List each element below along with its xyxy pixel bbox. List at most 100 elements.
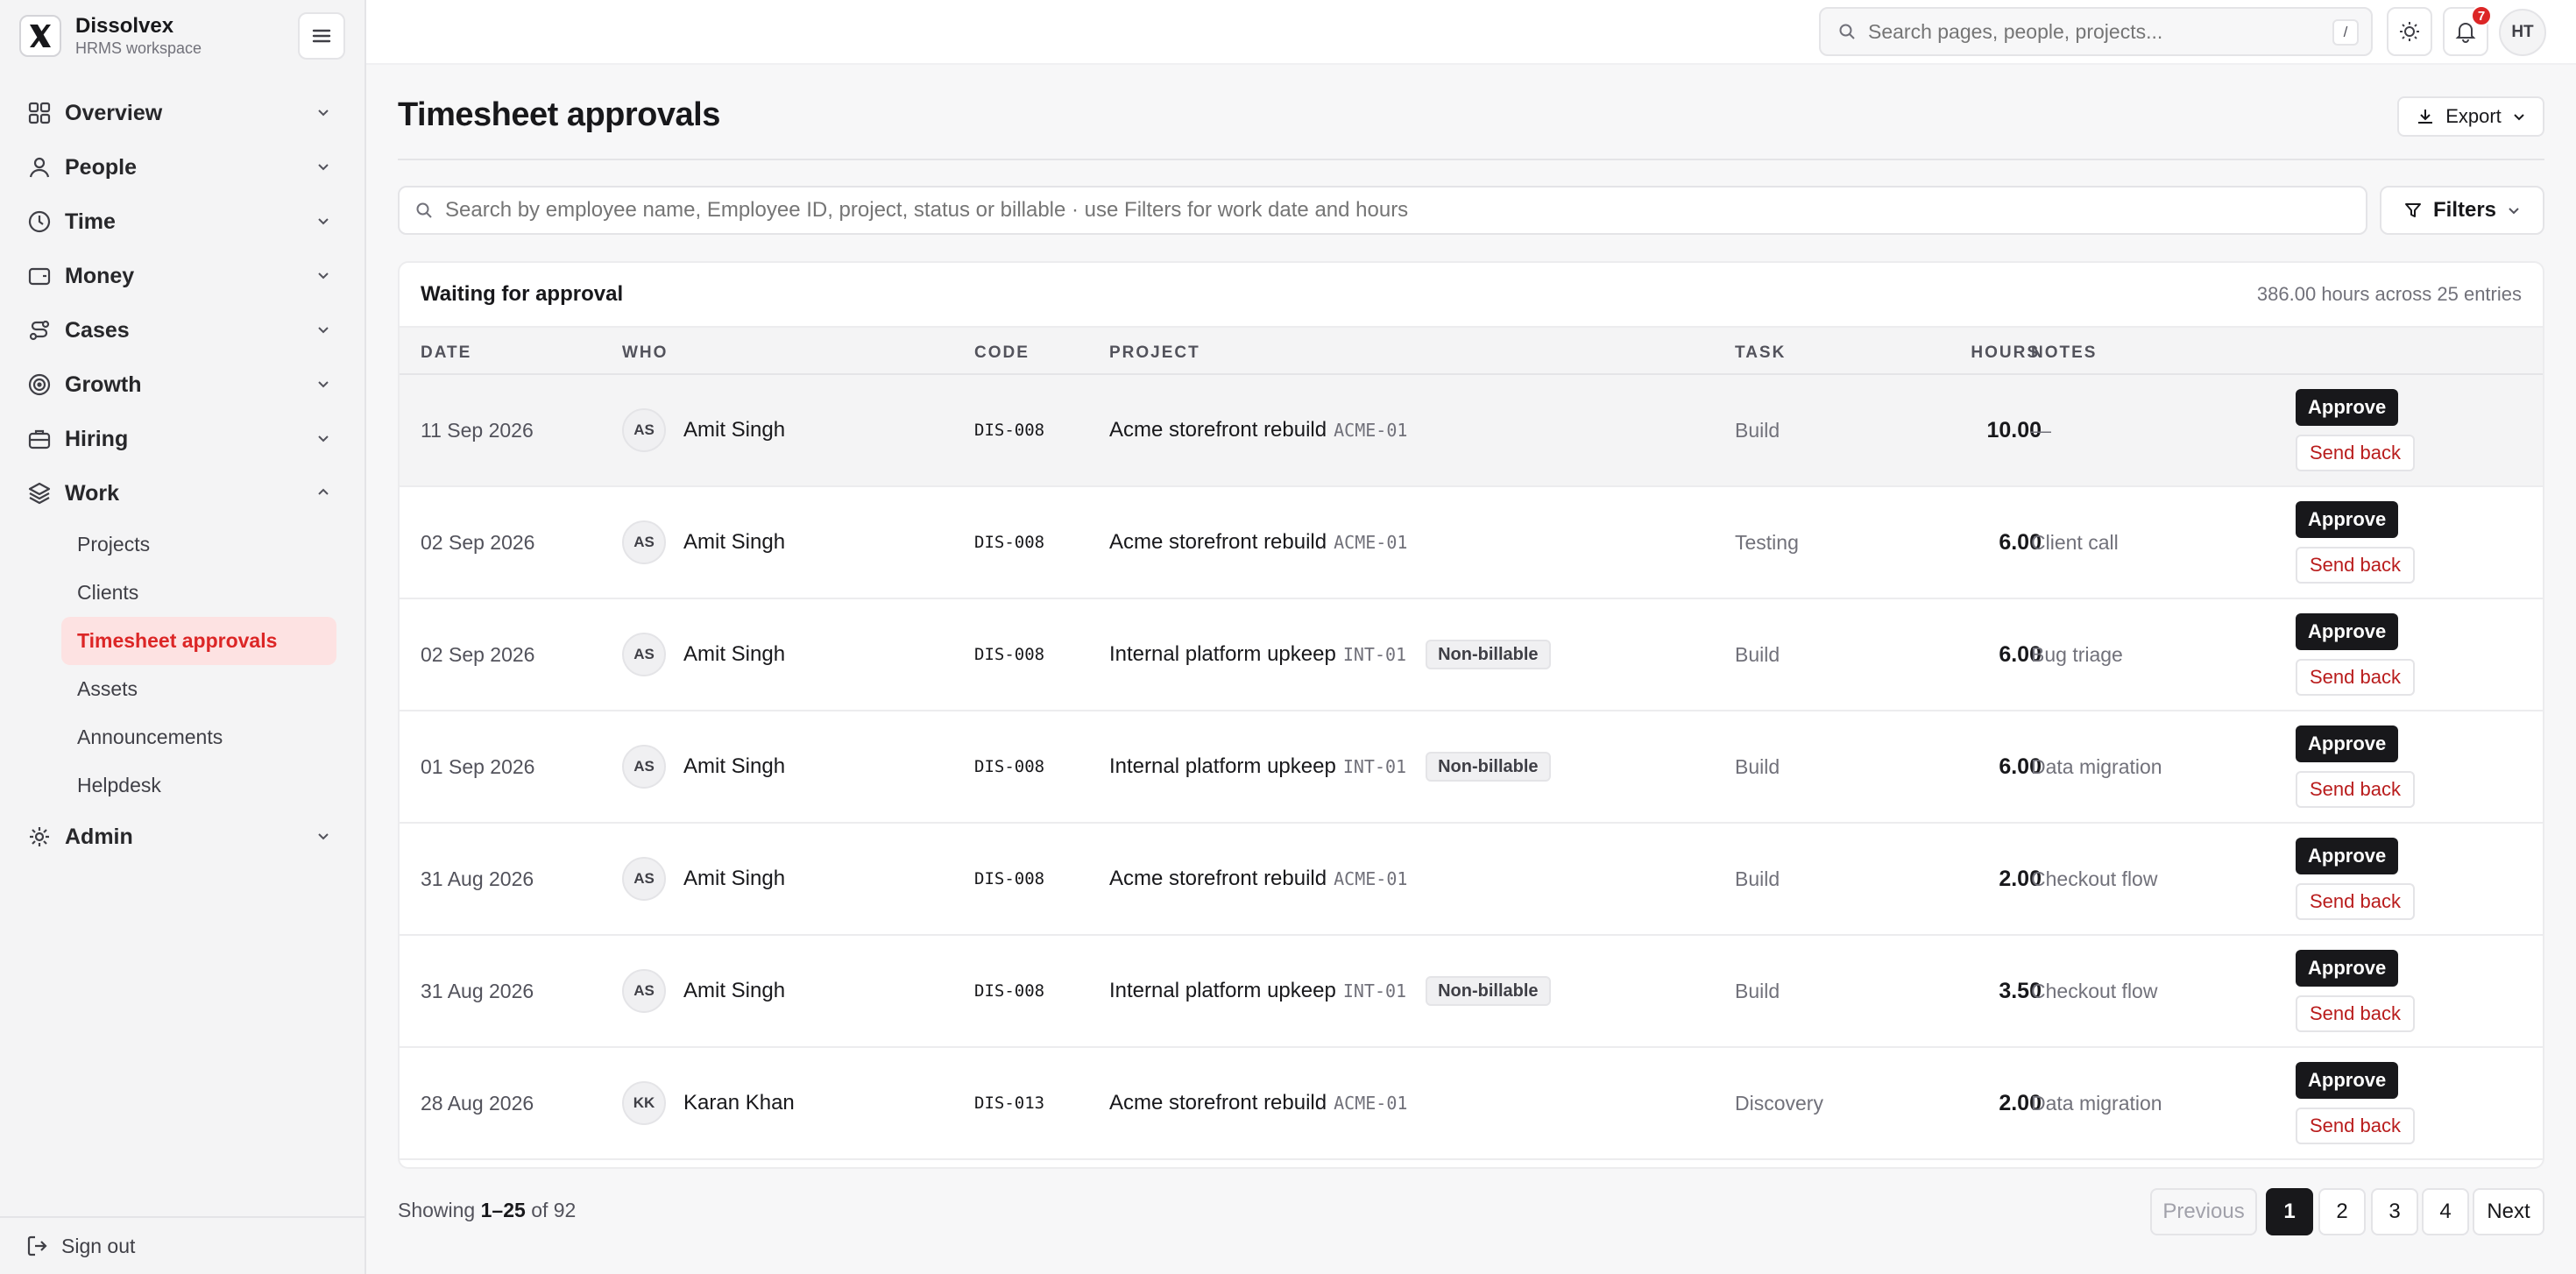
pagination-previous[interactable]: Previous xyxy=(2150,1188,2257,1235)
work-date: 02 Sep 2026 xyxy=(421,642,535,666)
send-back-button[interactable]: Send back xyxy=(2296,659,2415,696)
notes: Checkout flow xyxy=(2031,867,2158,890)
chevron-down-icon xyxy=(318,327,329,334)
notes: Checkout flow xyxy=(2031,979,2158,1002)
sidebar-subitem-announcements[interactable]: Announcements xyxy=(61,713,336,761)
theme-toggle-button[interactable] xyxy=(2387,7,2432,56)
employee[interactable]: AS Amit Singh xyxy=(622,599,785,710)
brand-subtitle: HRMS workspace xyxy=(75,39,202,57)
sidebar-subitem-timesheet-approvals[interactable]: Timesheet approvals xyxy=(61,617,336,665)
notifications-button[interactable]: 7 xyxy=(2443,5,2492,56)
employee-avatar: AS xyxy=(622,857,666,901)
pagination-page-1[interactable]: 1 xyxy=(2266,1188,2313,1235)
global-search[interactable]: / xyxy=(1819,7,2373,56)
project-code: ACME-01 xyxy=(1334,868,1408,889)
approve-button[interactable]: Approve xyxy=(2296,838,2399,874)
sign-out-label: Sign out xyxy=(61,1234,136,1257)
user-avatar[interactable]: HT xyxy=(2499,9,2546,56)
row-actions: Approve Send back xyxy=(2296,824,2415,934)
sidebar-item-hiring[interactable]: Hiring xyxy=(19,412,347,466)
sidebar-subitem-projects[interactable]: Projects xyxy=(61,520,336,569)
table-search[interactable] xyxy=(398,186,2367,235)
sun-icon xyxy=(2400,22,2419,41)
notification-count-badge: 7 xyxy=(2471,5,2492,26)
employee-code: DIS-008 xyxy=(974,981,1045,1001)
sidebar-item-people[interactable]: People xyxy=(19,140,347,195)
approve-button[interactable]: Approve xyxy=(2296,613,2399,650)
approve-button[interactable]: Approve xyxy=(2296,725,2399,762)
employee-avatar: AS xyxy=(622,969,666,1013)
column-header-code[interactable]: CODE xyxy=(974,343,1030,363)
notes: Data migration xyxy=(2031,1091,2162,1115)
column-header-hours[interactable]: HOURS xyxy=(1926,343,2040,363)
employee[interactable]: AS Amit Singh xyxy=(622,711,785,822)
filters-button[interactable]: Filters xyxy=(2380,186,2544,235)
project-name: Internal platform upkeep xyxy=(1109,642,1336,666)
send-back-button[interactable]: Send back xyxy=(2296,1108,2415,1144)
employee[interactable]: AS Amit Singh xyxy=(622,824,785,934)
sidebar-item-work[interactable]: Work xyxy=(19,466,347,520)
task: Discovery xyxy=(1735,1091,1823,1115)
work-subnav: Projects Clients Timesheet approvals Ass… xyxy=(61,520,347,810)
send-back-button[interactable]: Send back xyxy=(2296,883,2415,920)
chevron-down-icon xyxy=(2509,208,2519,215)
sidebar-toggle-button[interactable] xyxy=(298,12,345,60)
approve-button[interactable]: Approve xyxy=(2296,1062,2399,1099)
column-header-date[interactable]: DATE xyxy=(421,343,471,363)
project-name: Internal platform upkeep xyxy=(1109,979,1336,1002)
pagination-page-2[interactable]: 2 xyxy=(2318,1188,2366,1235)
send-back-button[interactable]: Send back xyxy=(2296,995,2415,1032)
employee[interactable]: AS Amit Singh xyxy=(622,487,785,598)
approve-button[interactable]: Approve xyxy=(2296,389,2399,426)
row-actions: Approve Send back xyxy=(2296,599,2415,710)
sidebar-item-cases[interactable]: Cases xyxy=(19,303,347,357)
sidebar-subitem-helpdesk[interactable]: Helpdesk xyxy=(61,761,336,810)
sidebar-item-label: Overview xyxy=(65,100,163,125)
table-search-input[interactable] xyxy=(445,198,2329,223)
export-button[interactable]: Export xyxy=(2397,96,2544,137)
column-header-who[interactable]: WHO xyxy=(622,343,668,363)
task: Testing xyxy=(1735,530,1799,554)
sidebar-nav: Overview People Time Money Cases Growth xyxy=(19,86,347,864)
sidebar-item-admin[interactable]: Admin xyxy=(19,810,347,864)
column-header-task[interactable]: TASK xyxy=(1735,343,1786,363)
sidebar-subitem-clients[interactable]: Clients xyxy=(61,569,336,617)
global-search-input[interactable] xyxy=(1868,19,2306,44)
pagination-next[interactable]: Next xyxy=(2473,1188,2544,1235)
chevron-down-icon xyxy=(318,381,329,388)
sign-out-button[interactable]: Sign out xyxy=(0,1216,364,1274)
employee[interactable]: AS Amit Singh xyxy=(622,375,785,485)
work-date: 11 Sep 2026 xyxy=(421,418,534,442)
employee[interactable]: AS Amit Singh xyxy=(622,936,785,1046)
chevron-down-icon xyxy=(2514,114,2524,121)
route-icon xyxy=(26,317,53,343)
pagination-page-4[interactable]: 4 xyxy=(2422,1188,2469,1235)
work-date: 31 Aug 2026 xyxy=(421,867,534,890)
sidebar-subitem-assets[interactable]: Assets xyxy=(61,665,336,713)
column-header-project[interactable]: PROJECT xyxy=(1109,343,1200,363)
approve-button[interactable]: Approve xyxy=(2296,950,2399,987)
pagination-page-3[interactable]: 3 xyxy=(2371,1188,2418,1235)
employee-name: Amit Singh xyxy=(683,979,786,1002)
sidebar-item-overview[interactable]: Overview xyxy=(19,86,347,140)
chevron-down-icon xyxy=(318,272,329,280)
sidebar-item-money[interactable]: Money xyxy=(19,249,347,303)
sidebar-item-time[interactable]: Time xyxy=(19,195,347,249)
employee[interactable]: KK Karan Khan xyxy=(622,1048,795,1158)
sidebar-item-label: Money xyxy=(65,263,135,288)
sidebar-item-label: People xyxy=(65,154,137,180)
search-icon xyxy=(416,202,432,218)
hours: 6.00 xyxy=(1999,641,2042,667)
sidebar-item-growth[interactable]: Growth xyxy=(19,357,347,412)
send-back-button[interactable]: Send back xyxy=(2296,435,2415,471)
showing-prefix: Showing xyxy=(398,1199,476,1221)
project-name: Acme storefront rebuild xyxy=(1109,418,1327,442)
send-back-button[interactable]: Send back xyxy=(2296,771,2415,808)
brand-name: Dissolvex xyxy=(75,14,174,38)
column-header-notes[interactable]: NOTES xyxy=(2031,343,2097,363)
project-code: ACME-01 xyxy=(1334,420,1408,441)
send-back-button[interactable]: Send back xyxy=(2296,547,2415,584)
brand[interactable]: Dissolvex HRMS workspace xyxy=(19,12,202,60)
approve-button[interactable]: Approve xyxy=(2296,501,2399,538)
pagination-summary: Showing 1–25 of 92 xyxy=(398,1199,576,1222)
